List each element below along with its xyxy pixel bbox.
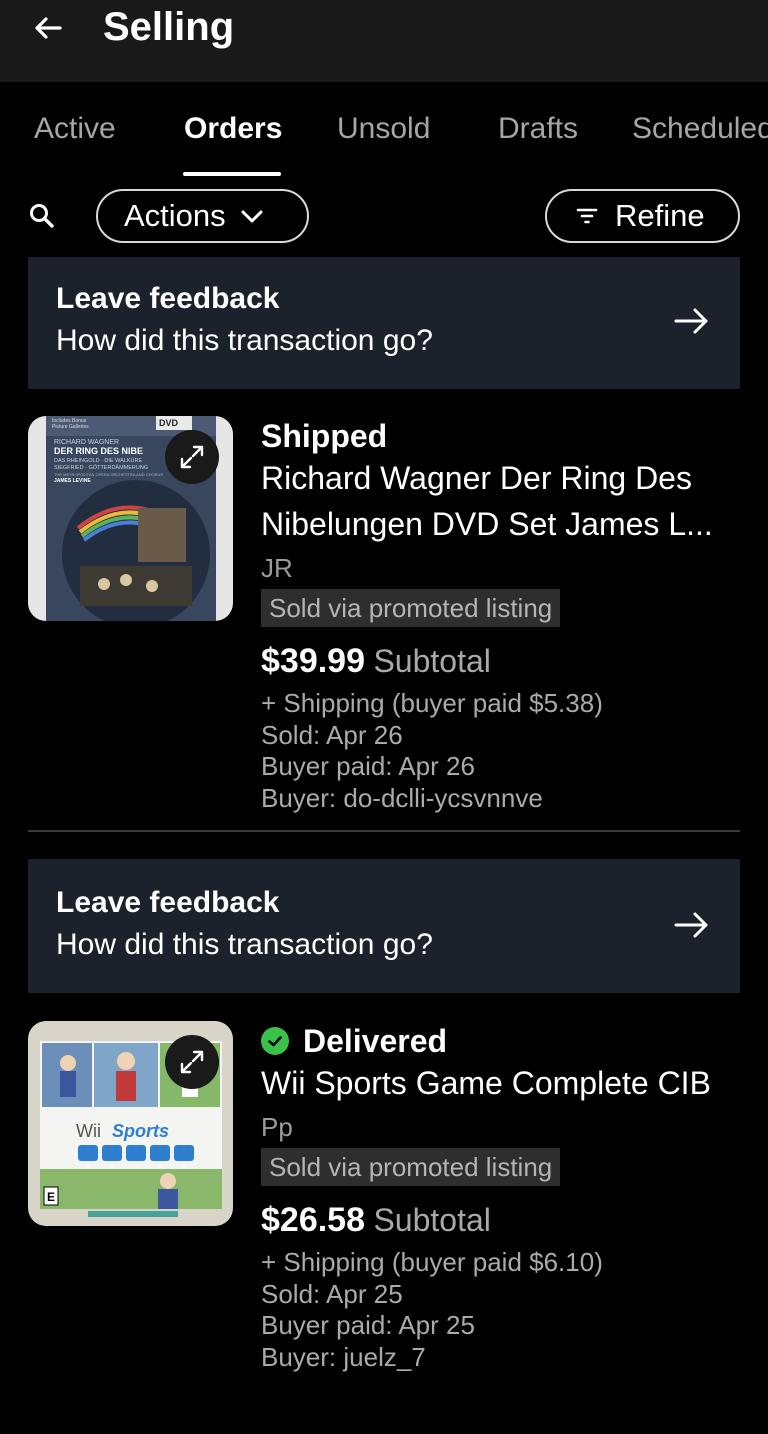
sold-date: Sold: Apr 25 xyxy=(261,1278,403,1309)
seller-note: JR xyxy=(261,553,293,583)
order-status: Shipped xyxy=(261,417,388,454)
buyer-paid-date: Buyer paid: Apr 25 xyxy=(261,1310,475,1340)
expand-image-button[interactable] xyxy=(165,430,219,484)
subtotal-label: Subtotal xyxy=(373,643,491,679)
refine-label: Refine xyxy=(615,198,705,233)
cover-galleries-text: Picture Galleries xyxy=(52,424,89,430)
order-details[interactable]: Shipped Richard Wagner Der Ring Des Nibe… xyxy=(261,417,751,814)
tab-scheduled[interactable]: Scheduled xyxy=(632,110,768,148)
cover-wii-text: Wii xyxy=(76,1121,101,1141)
search-icon xyxy=(30,204,54,228)
tab-unsold[interactable]: Unsold xyxy=(337,110,430,148)
order-divider xyxy=(28,830,740,832)
order-status: Delivered xyxy=(303,1022,448,1059)
item-thumbnail[interactable]: Includes Bonus Picture Galleries DVD RIC… xyxy=(28,416,233,621)
expand-icon xyxy=(180,1050,204,1074)
feedback-subtitle: How did this transaction go? xyxy=(56,324,433,357)
item-price: $39.99 xyxy=(261,642,365,680)
item-title[interactable]: Wii Sports Game Complete CIB xyxy=(261,1060,751,1106)
cover-composer-text: RICHARD WAGNER xyxy=(54,439,119,446)
actions-label: Actions xyxy=(124,198,226,233)
refine-button[interactable]: Refine xyxy=(545,189,740,243)
cover-parts-1: DAS RHEINGOLD · DIE WALKÜRE xyxy=(54,457,142,464)
feedback-subtitle: How did this transaction go? xyxy=(56,928,433,961)
promoted-badge: Sold via promoted listing xyxy=(261,589,561,627)
buyer-name: Buyer: do-dclli-ycsvnnve xyxy=(261,782,543,813)
tab-orders[interactable]: Orders xyxy=(184,110,282,148)
feedback-arrow[interactable] xyxy=(672,905,712,945)
filter-icon xyxy=(576,208,598,224)
page-title: Selling xyxy=(103,5,235,49)
app-header: Selling xyxy=(0,0,768,82)
buyer-name: Buyer: juelz_7 xyxy=(261,1341,426,1372)
feedback-arrow[interactable] xyxy=(672,301,712,341)
back-button[interactable] xyxy=(28,8,68,48)
shipping-info: + Shipping (buyer paid $5.38) xyxy=(261,688,603,718)
cover-conductor-text: JAMES LEVINE xyxy=(54,478,91,484)
arrow-right-icon xyxy=(674,912,708,938)
cover-parts-2: SIEGFRIED · GÖTTERDÄMMERUNG xyxy=(54,464,148,471)
subtotal-label: Subtotal xyxy=(373,1202,491,1238)
cover-title-text: DER RING DES NIBE xyxy=(54,446,143,456)
seller-note: Pp xyxy=(261,1112,293,1142)
cover-dvd-text: DVD xyxy=(159,418,179,428)
cover-rating-text: E xyxy=(47,1190,55,1204)
promoted-badge: Sold via promoted listing xyxy=(261,1148,561,1186)
expand-icon xyxy=(180,445,204,469)
expand-image-button[interactable] xyxy=(165,1035,219,1089)
shipping-info: + Shipping (buyer paid $6.10) xyxy=(261,1247,603,1277)
leave-feedback-banner[interactable]: Leave feedback How did this transaction … xyxy=(28,859,740,993)
search-button[interactable] xyxy=(26,200,58,232)
tab-bar: Active Orders Unsold Drafts Scheduled xyxy=(0,96,768,178)
check-circle-icon xyxy=(261,1027,289,1055)
arrow-left-icon xyxy=(35,17,62,39)
item-title[interactable]: Richard Wagner Der Ring Des Nibelungen D… xyxy=(261,455,751,547)
cover-orchestra-text: THE METROPOLITAN OPERA ORCHESTRA AND CHO… xyxy=(54,472,163,477)
buyer-paid-date: Buyer paid: Apr 26 xyxy=(261,751,475,781)
item-price: $26.58 xyxy=(261,1201,365,1239)
leave-feedback-banner[interactable]: Leave feedback How did this transaction … xyxy=(28,257,740,389)
active-tab-indicator xyxy=(183,172,281,176)
cover-sports-text: Sports xyxy=(112,1121,169,1141)
order-details[interactable]: Delivered Wii Sports Game Complete CIB P… xyxy=(261,1022,751,1373)
feedback-title: Leave feedback xyxy=(56,886,280,919)
arrow-right-icon xyxy=(674,308,708,334)
tab-active[interactable]: Active xyxy=(34,110,116,148)
sold-date: Sold: Apr 26 xyxy=(261,719,403,750)
tab-drafts[interactable]: Drafts xyxy=(498,110,578,148)
actions-dropdown[interactable]: Actions xyxy=(96,189,309,243)
item-thumbnail[interactable]: Wii Sports E xyxy=(28,1021,233,1226)
chevron-down-icon xyxy=(241,210,263,223)
feedback-title: Leave feedback xyxy=(56,282,280,315)
